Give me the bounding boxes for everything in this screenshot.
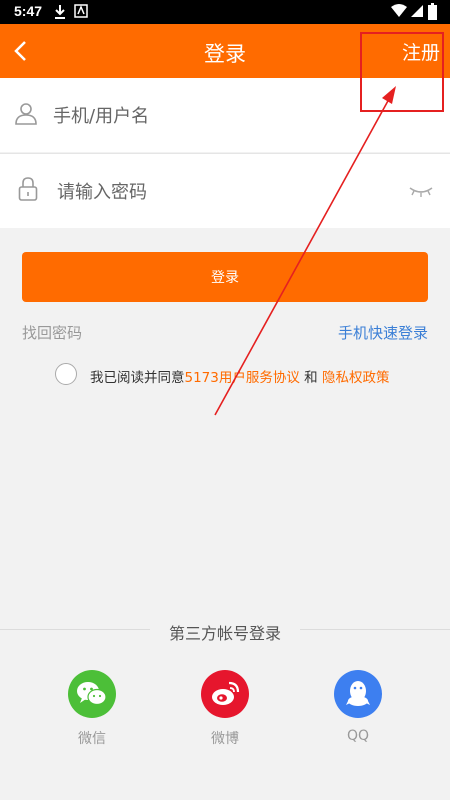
notification-icon [74,4,88,18]
annotation-highlight-box [360,32,444,112]
weibo-label: 微博 [211,731,239,747]
login-button[interactable]: 登录 [22,252,428,302]
weibo-login[interactable]: 微博 [185,670,265,748]
lock-icon [18,177,38,201]
battery-icon [428,3,437,20]
eye-closed-icon[interactable] [408,184,434,198]
qq-icon [334,670,382,718]
user-icon [15,103,37,125]
wechat-label: 微信 [78,731,106,747]
username-placeholder: 手机/用户名 [53,106,150,127]
agreement-text: 我已阅读并同意5173用户服务协议 和 隐私权政策 [90,366,389,386]
status-time: 5:47 [14,3,43,19]
service-agreement-link[interactable]: 5173用户服务协议 [185,370,300,386]
download-icon [55,5,65,19]
third-party-title: 第三方帐号登录 [168,624,281,643]
find-password-link[interactable]: 找回密码 [22,322,82,343]
weibo-icon [201,670,249,718]
wechat-login[interactable]: 微信 [52,670,132,748]
signal-icon [411,5,423,17]
status-bar: 5:47 [0,0,450,24]
password-placeholder: 请输入密码 [57,182,147,203]
agreement-checkbox[interactable] [55,363,77,385]
login-button-label: 登录 [211,270,239,286]
quick-login-link[interactable]: 手机快速登录 [338,322,428,343]
agreement-and: 和 [299,370,322,386]
wechat-icon [68,670,116,718]
privacy-policy-link[interactable]: 隐私权政策 [322,370,390,386]
wifi-icon [391,4,407,17]
qq-label: QQ [346,728,370,744]
qq-login[interactable]: QQ [318,670,398,744]
agreement-prefix: 我已阅读并同意 [90,370,185,386]
password-field[interactable]: 请输入密码 [0,154,450,228]
